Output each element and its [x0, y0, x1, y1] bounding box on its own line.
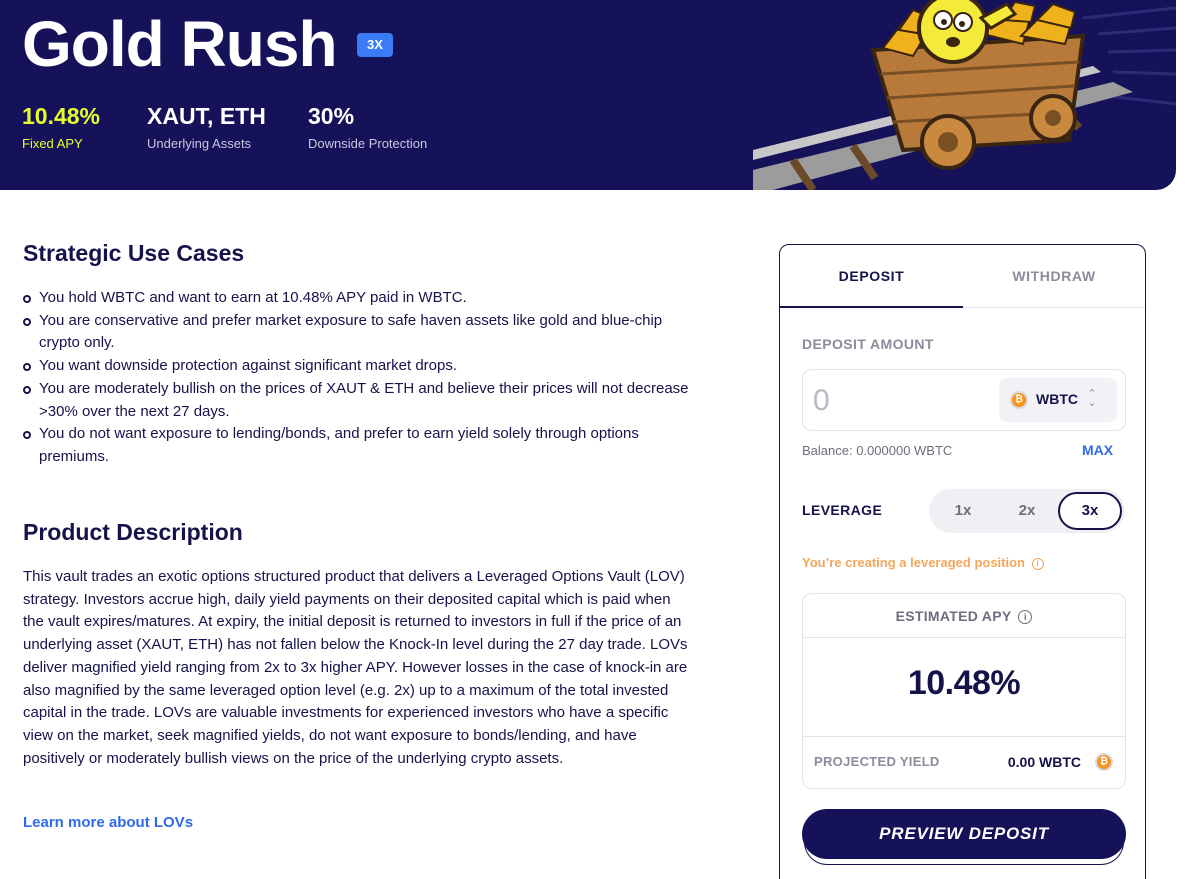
token-name: WBTC — [1036, 391, 1078, 407]
bullet-icon — [23, 295, 31, 303]
preview-deposit-button[interactable]: PREVIEW DEPOSIT — [802, 809, 1126, 859]
leverage-selector: 1x 2x 3x — [929, 489, 1125, 533]
leverage-badge: 3X — [357, 33, 393, 57]
tab-withdraw[interactable]: WITHDRAW — [963, 245, 1145, 308]
product-description-text: This vault trades an exotic options stru… — [23, 568, 688, 767]
bullet-icon — [23, 431, 31, 440]
list-item: You are moderately bullish on the prices… — [23, 378, 693, 423]
deposit-amount-field: ₿ WBTC ⌃⌄ — [802, 369, 1126, 431]
use-cases-list: You hold WBTC and want to earn at 10.48%… — [23, 287, 693, 469]
vault-hero: Gold Rush 3X 10.48% Fixed APY XAUT, ETH … — [0, 0, 1176, 190]
info-icon[interactable]: i — [1031, 557, 1044, 570]
learn-more-link[interactable]: Learn more about LOVs — [23, 814, 193, 831]
chevron-updown-icon: ⌃ ⌄ — [1087, 388, 1097, 409]
leverage-option-3x[interactable]: 3x — [1058, 492, 1122, 530]
stat-value: XAUT, ETH — [147, 103, 266, 129]
stat-underlying-assets: XAUT, ETH Underlying Assets — [147, 102, 266, 152]
gold-cart-illustration — [753, 0, 1176, 190]
use-cases-heading: Strategic Use Cases — [23, 240, 245, 266]
bitcoin-icon: ₿ — [1010, 391, 1028, 409]
leverage-warning: You’re creating a leveraged position i — [802, 555, 1044, 570]
balance-text: Balance: 0.000000 WBTC — [802, 443, 953, 458]
deposit-amount-label: DEPOSIT AMOUNT — [802, 336, 934, 352]
stat-label: Downside Protection — [308, 136, 428, 151]
stat-label: Fixed APY — [22, 136, 83, 151]
leverage-warning-text: You’re creating a leveraged position — [802, 555, 1025, 570]
list-item-text: You are conservative and prefer market e… — [39, 311, 663, 352]
list-item-text: You are moderately bullish on the prices… — [39, 379, 689, 420]
max-button[interactable]: MAX — [1082, 442, 1113, 458]
info-icon[interactable]: i — [1018, 610, 1033, 625]
estimated-apy-card: ESTIMATED APY i 10.48% PROJECTED YIELD 0… — [802, 593, 1126, 789]
estimated-apy-header: ESTIMATED APY i — [803, 594, 1125, 638]
projected-yield-value: 0.00 WBTC — [1007, 754, 1081, 770]
token-select[interactable]: ₿ WBTC ⌃ ⌄ — [999, 378, 1117, 422]
leverage-label: LEVERAGE — [802, 502, 883, 518]
deposit-panel: DEPOSIT WITHDRAW DEPOSIT AMOUNT ₿ WBTC ⌃… — [779, 244, 1146, 879]
list-item-text: You want downside protection against sig… — [39, 357, 458, 375]
list-item-text: You hold WBTC and want to earn at 10.48%… — [39, 289, 467, 306]
stat-value: 30% — [308, 103, 355, 129]
panel-tabs: DEPOSIT WITHDRAW — [780, 245, 1145, 308]
list-item-text: You do not want exposure to lending/bond… — [39, 425, 639, 465]
list-item: You hold WBTC and want to earn at 10.48%… — [23, 287, 693, 310]
list-item: You are conservative and prefer market e… — [23, 310, 693, 355]
mine-cart — [870, 33, 1086, 170]
projected-yield-label: PROJECTED YIELD — [814, 754, 940, 769]
list-item: You want downside protection against sig… — [23, 355, 693, 378]
bullet-icon — [23, 363, 31, 372]
projected-yield-row: PROJECTED YIELD 0.00 WBTC ₿ — [803, 736, 1125, 789]
stat-fixed-apy: 10.48% Fixed APY — [22, 102, 100, 152]
stat-label: Underlying Assets — [147, 136, 252, 151]
deposit-amount-input[interactable] — [813, 382, 993, 420]
leverage-option-1x[interactable]: 1x — [931, 492, 995, 530]
list-item: You do not want exposure to lending/bond… — [23, 423, 693, 468]
bullet-icon — [23, 385, 31, 394]
tab-deposit[interactable]: DEPOSIT — [780, 245, 963, 308]
stat-downside-protection: 30% Downside Protection — [308, 102, 427, 152]
bullet-icon — [23, 317, 31, 326]
product-description-heading: Product Description — [23, 519, 243, 545]
leverage-option-2x[interactable]: 2x — [995, 492, 1059, 530]
estimated-apy-value: 10.48% — [907, 664, 1021, 702]
estimated-apy-label: ESTIMATED APY — [895, 608, 1012, 624]
vault-title: Gold Rush — [22, 8, 338, 80]
bitcoin-icon: ₿ — [1095, 753, 1113, 771]
stat-value: 10.48% — [22, 103, 101, 129]
